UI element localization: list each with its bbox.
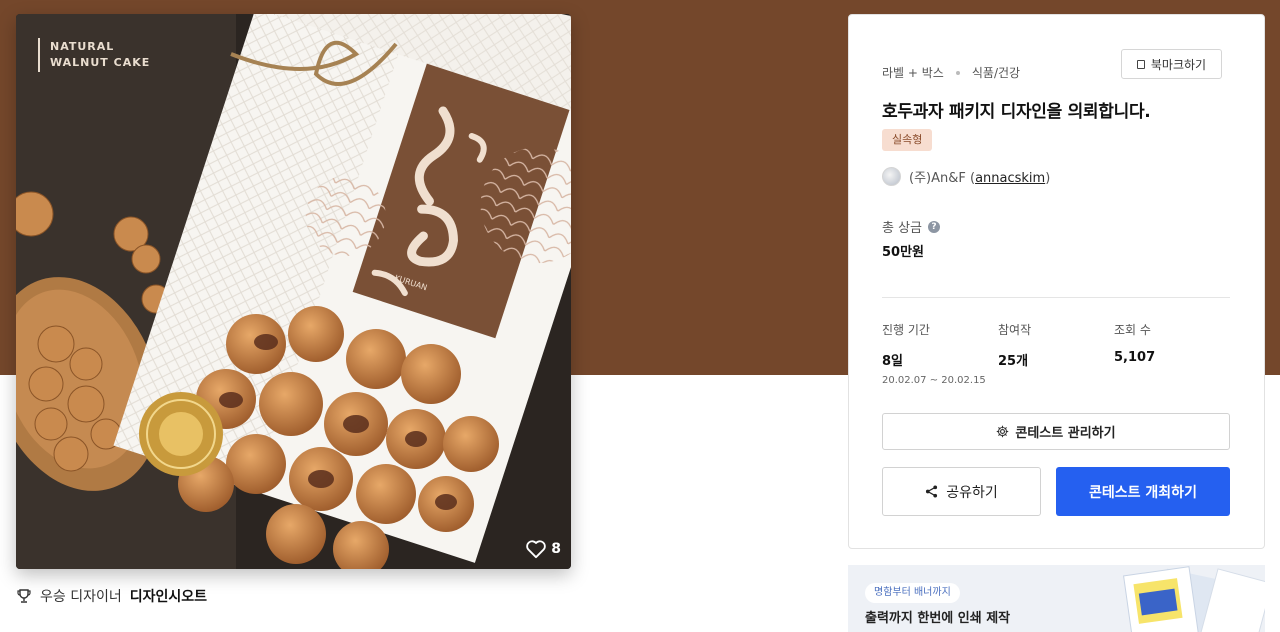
winning-design-image[interactable]: NATURAL WALNUT CAKE KURUAN 8 [16, 14, 571, 569]
stat-value: 8일 [882, 354, 904, 369]
stat-entries: 참여작 25개 [998, 321, 1031, 369]
stat-views: 조회 수 5,107 [1114, 321, 1155, 365]
help-icon[interactable]: ? [928, 220, 941, 233]
gear-icon [997, 425, 1009, 438]
category-breadcrumb: 라벨 + 박스 식품/건강 [882, 64, 1020, 81]
bookmark-button[interactable]: 북마크하기 [1121, 49, 1222, 79]
trophy-icon [17, 589, 31, 603]
walnut-cake-package-illustration: NATURAL WALNUT CAKE KURUAN [16, 14, 571, 569]
winner-prefix: 우승 디자이너 [40, 589, 122, 605]
prize-label-text: 총 상금 [882, 221, 923, 236]
contest-title: 호두과자 패키지 디자인을 의뢰합니다. [882, 102, 1151, 122]
like-button[interactable]: 8 [525, 539, 561, 559]
host-info: (주)An&F (annacskim) [882, 167, 1050, 186]
winner-info: 우승 디자이너 디자인시오트 [16, 586, 207, 606]
contest-info-panel: 라벨 + 박스 식품/건강 북마크하기 호두과자 패키지 디자인을 의뢰합니다.… [848, 14, 1265, 549]
host-contest-button[interactable]: 콘테스트 개최하기 [1056, 467, 1230, 516]
winner-name[interactable]: 디자인시오트 [130, 586, 207, 606]
ad-headline: 출력까지 한번에 인쇄 제작 [865, 611, 1011, 626]
bookmark-label: 북마크하기 [1150, 57, 1207, 72]
prize-label: 총 상금 ? [882, 217, 941, 236]
stat-label: 참여작 [998, 323, 1032, 337]
host-id-link[interactable]: annacskim [975, 171, 1045, 186]
share-button[interactable]: 공유하기 [882, 467, 1041, 516]
share-label: 공유하기 [946, 484, 998, 501]
printed-cards-illustration [1123, 566, 1265, 632]
ad-chip: 명함부터 배너까지 [865, 583, 960, 603]
stat-value: 5,107 [1114, 350, 1156, 365]
separator-dot [955, 70, 960, 75]
stat-date-range: 20.02.07 ~ 20.02.15 [882, 375, 986, 386]
share-icon [926, 485, 938, 498]
stat-value: 25개 [998, 354, 1029, 369]
bookmark-icon [1136, 59, 1145, 69]
host-company: (주)An&F ( [909, 171, 976, 186]
host-avatar [882, 167, 901, 186]
stat-label: 조회 수 [1114, 323, 1151, 337]
tier-badge: 실속형 [882, 129, 933, 151]
category-main[interactable]: 라벨 + 박스 [882, 64, 944, 81]
like-count: 8 [551, 541, 561, 557]
manage-label: 콘테스트 관리하기 [1015, 426, 1116, 441]
print-ad-banner[interactable]: 명함부터 배너까지 출력까지 한번에 인쇄 제작 [848, 565, 1265, 632]
stat-duration: 진행 기간 8일 20.02.07 ~ 20.02.15 [882, 321, 986, 386]
host-close-paren: ) [1045, 171, 1051, 186]
manage-contest-button[interactable]: 콘테스트 관리하기 [882, 413, 1230, 450]
stat-label: 진행 기간 [882, 323, 930, 337]
heart-icon [526, 540, 547, 559]
category-sub[interactable]: 식품/건강 [972, 64, 1020, 81]
svg-text:WALNUT CAKE: WALNUT CAKE [50, 56, 150, 69]
svg-text:NATURAL: NATURAL [50, 40, 114, 53]
prize-value: 50만원 [882, 245, 925, 260]
divider [882, 297, 1230, 298]
